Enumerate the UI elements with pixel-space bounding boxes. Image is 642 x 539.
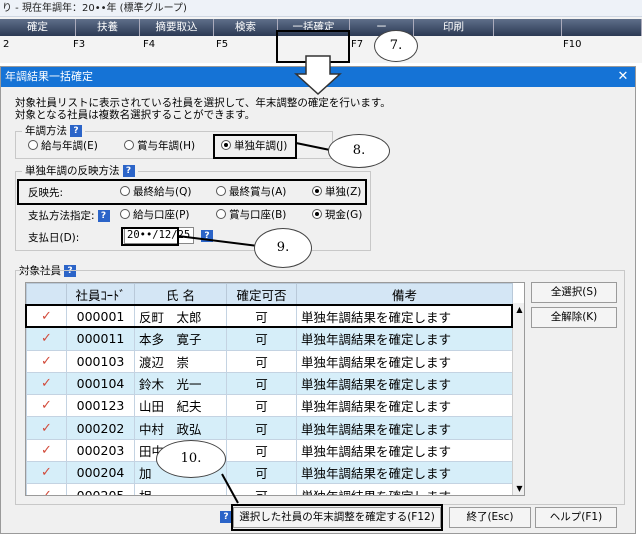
callout-8: 8. <box>328 134 390 168</box>
callout-pointers <box>177 142 331 504</box>
callout-9: 9. <box>254 228 312 268</box>
callout-10: 10. <box>156 440 226 478</box>
